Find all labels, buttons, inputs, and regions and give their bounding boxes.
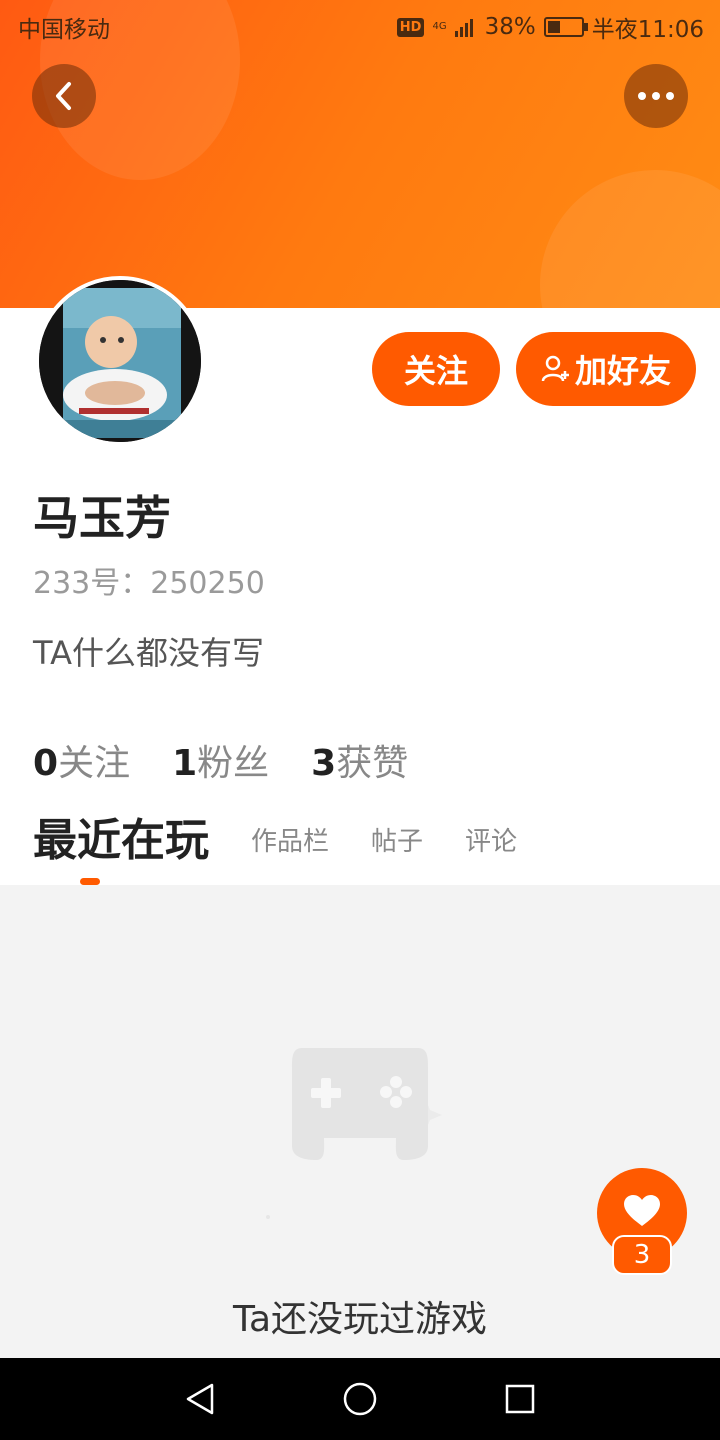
username: 马玉芳 <box>33 491 171 545</box>
triangle-back-icon <box>186 1383 214 1415</box>
empty-state-message: Ta还没玩过游戏 <box>232 1299 488 1340</box>
like-count-badge: 3 <box>612 1235 672 1275</box>
nav-back-button[interactable] <box>160 1358 240 1440</box>
stat-value: 1 <box>172 743 198 784</box>
circle-home-icon <box>343 1382 377 1416</box>
stat-likes[interactable]: 3获赞 <box>311 734 408 786</box>
profile-header-banner: 中国移动 HD 4G 38% 半夜11:06 <box>0 0 720 308</box>
battery-icon <box>543 17 588 37</box>
square-recents-icon <box>505 1384 535 1414</box>
stat-label: 获赞 <box>336 743 409 784</box>
heart-icon <box>624 1195 660 1226</box>
more-button[interactable] <box>624 64 688 128</box>
banner-decoration <box>540 170 720 308</box>
user-id: 233号：250250 <box>33 566 265 601</box>
stat-following[interactable]: 0关注 <box>33 734 130 786</box>
avatar-image <box>39 280 201 442</box>
chevron-left-icon <box>56 82 71 110</box>
add-user-icon <box>541 355 569 382</box>
tab-content: Ta还没玩过游戏 <box>0 885 720 1358</box>
follow-label: 关注 <box>403 352 468 390</box>
stat-value: 3 <box>311 743 337 784</box>
active-tab-indicator <box>80 878 100 885</box>
add-friend-label: 加好友 <box>574 352 671 390</box>
tab-comments[interactable]: 评论 <box>465 821 517 874</box>
status-indicators: HD 4G 38% 半夜11:06 <box>396 10 704 44</box>
add-friend-button[interactable]: 加好友 <box>516 332 696 406</box>
carrier-label: 中国移动 <box>18 17 110 43</box>
status-bar: 中国移动 HD 4G 38% 半夜11:06 <box>0 0 720 50</box>
follow-button[interactable]: 关注 <box>372 332 500 406</box>
profile-stats: 0关注 1粉丝 3获赞 <box>33 734 408 786</box>
user-bio: TA什么都没有写 <box>33 634 264 672</box>
hd-badge: HD <box>396 17 425 37</box>
battery-level <box>547 21 560 33</box>
avatar[interactable] <box>35 276 205 446</box>
network-label: 4G <box>432 21 447 32</box>
tab-recently-played[interactable]: 最近在玩 <box>33 804 209 874</box>
tab-posts[interactable]: 帖子 <box>371 821 423 874</box>
stat-fans[interactable]: 1粉丝 <box>172 734 269 786</box>
more-dots-icon <box>638 92 674 100</box>
signal-icon <box>454 19 473 37</box>
nav-home-button[interactable] <box>320 1358 400 1440</box>
profile-tabs: 最近在玩 作品栏 帖子 评论 <box>33 812 559 874</box>
stat-label: 关注 <box>58 743 131 784</box>
system-nav-bar <box>0 1358 720 1440</box>
tab-works[interactable]: 作品栏 <box>251 821 329 874</box>
back-button[interactable] <box>32 64 96 128</box>
stat-value: 0 <box>33 743 59 784</box>
clock: 半夜11:06 <box>591 17 704 43</box>
stat-label: 粉丝 <box>197 743 270 784</box>
battery-percent: 38% <box>484 14 536 40</box>
gamepad-icon <box>266 1048 442 1219</box>
nav-recents-button[interactable] <box>480 1358 560 1440</box>
